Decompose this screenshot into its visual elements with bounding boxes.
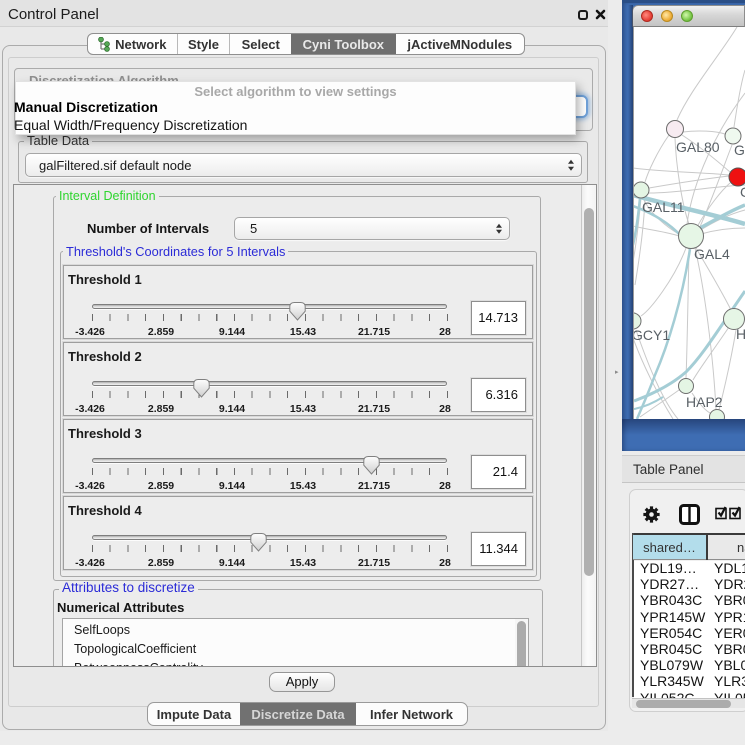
svg-text:CY: CY — [740, 184, 745, 200]
svg-text:GAL11: GAL11 — [642, 199, 685, 215]
svg-text:GAL4: GAL4 — [694, 246, 730, 262]
svg-text:GCY1: GCY1 — [634, 327, 670, 343]
svg-text:HAP2: HAP2 — [686, 394, 723, 410]
svg-text:GAL80: GAL80 — [676, 139, 720, 155]
svg-text:HIS: HIS — [736, 326, 745, 342]
svg-text:GAL3: GAL3 — [734, 142, 745, 158]
